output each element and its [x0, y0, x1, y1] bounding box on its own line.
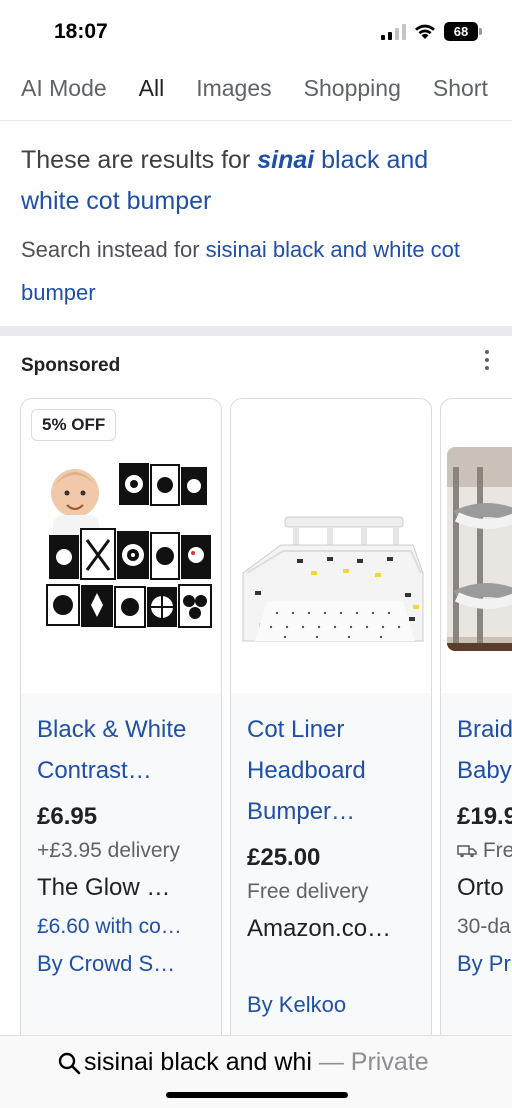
truck-icon — [457, 845, 477, 858]
product-delivery: Free — [482, 839, 512, 862]
discount-badge: 5% OFF — [31, 409, 117, 441]
product-delivery-row: Free — [457, 833, 512, 869]
home-indicator — [166, 1092, 348, 1098]
product-image[interactable] — [447, 447, 512, 651]
spelling-correction: These are results for sinai black and wh… — [21, 140, 491, 314]
tab-all[interactable]: All — [123, 66, 181, 120]
private-label: — Private — [311, 1048, 429, 1076]
product-delivery: +£3.95 delivery — [37, 839, 181, 862]
wifi-icon — [415, 24, 435, 39]
product-by[interactable]: By Crowd S… — [37, 951, 205, 977]
status-bar: 18:07 68 — [0, 0, 512, 66]
product-title[interactable]: Cot Liner Headboard Bumper… — [247, 709, 415, 832]
search-icon — [58, 1052, 81, 1075]
product-price: £19.9 — [457, 803, 512, 830]
product-by[interactable]: By Pr — [457, 951, 512, 977]
tab-short-videos[interactable]: Short — [417, 66, 504, 120]
product-merchant: Amazon.co… — [247, 915, 392, 942]
search-tabs: AI Mode All Images Shopping Short — [0, 66, 512, 121]
product-promo-spacer — [247, 948, 415, 988]
address-query: sisinai black and whi — [84, 1048, 312, 1076]
address-bar-text[interactable]: sisinai black and whi — Private — [84, 1048, 429, 1077]
product-carousel[interactable]: 5% OFF Black & White Contrast… £6.95 +£3… — [20, 398, 512, 1038]
product-by[interactable]: By Kelkoo — [247, 992, 415, 1018]
product-delivery: Free delivery — [247, 880, 369, 903]
product-details: Cot Liner Headboard Bumper… £25.00 Free … — [231, 693, 431, 1038]
corrected-prefix: These are results for — [21, 146, 258, 174]
more-options-icon[interactable] — [482, 350, 492, 370]
product-card[interactable]: Braid Bum Baby £19.9 Free Orto 30-da By … — [440, 398, 512, 1038]
product-details: Black & White Contrast… £6.95 +£3.95 del… — [21, 693, 221, 1038]
section-divider — [0, 326, 512, 336]
product-merchant: The Glow … — [37, 874, 171, 901]
corrected-results-line[interactable]: These are results for sinai black and wh… — [21, 140, 491, 222]
search-instead-prefix: Search instead for — [21, 237, 206, 262]
sponsored-label: Sponsored — [21, 355, 121, 376]
product-price: £25.00 — [247, 844, 321, 871]
product-card[interactable]: Cot Liner Headboard Bumper… £25.00 Free … — [230, 398, 432, 1038]
tab-ai-mode[interactable]: AI Mode — [0, 66, 123, 120]
product-merchant: Orto — [457, 874, 504, 901]
braided-bumper-image — [447, 447, 512, 651]
cellular-signal-icon — [381, 23, 406, 40]
corrected-term: sinai — [257, 146, 315, 174]
product-title[interactable]: Black & White Contrast… — [37, 709, 205, 791]
product-card[interactable]: 5% OFF Black & White Contrast… £6.95 +£3… — [20, 398, 222, 1038]
product-details: Braid Bum Baby £19.9 Free Orto 30-da By … — [441, 693, 512, 1038]
baby-contrast-book-image — [27, 405, 215, 693]
tab-shopping[interactable]: Shopping — [288, 66, 417, 120]
status-time: 18:07 — [54, 20, 108, 43]
product-title[interactable]: Braid Bum Baby — [457, 709, 512, 791]
product-image[interactable] — [237, 405, 425, 693]
product-promo: £6.60 with co… — [37, 915, 182, 938]
cot-bumper-image — [237, 405, 425, 693]
search-instead-line: Search instead for sisinai black and whi… — [21, 228, 491, 314]
product-image[interactable] — [27, 405, 215, 693]
browser-address-bar[interactable]: sisinai black and whi — Private — [0, 1035, 512, 1108]
tab-images[interactable]: Images — [180, 66, 287, 120]
battery-icon: 68 — [444, 22, 482, 41]
status-icons: 68 — [381, 22, 482, 41]
product-promo: 30-da — [457, 915, 511, 938]
product-price: £6.95 — [37, 803, 98, 830]
